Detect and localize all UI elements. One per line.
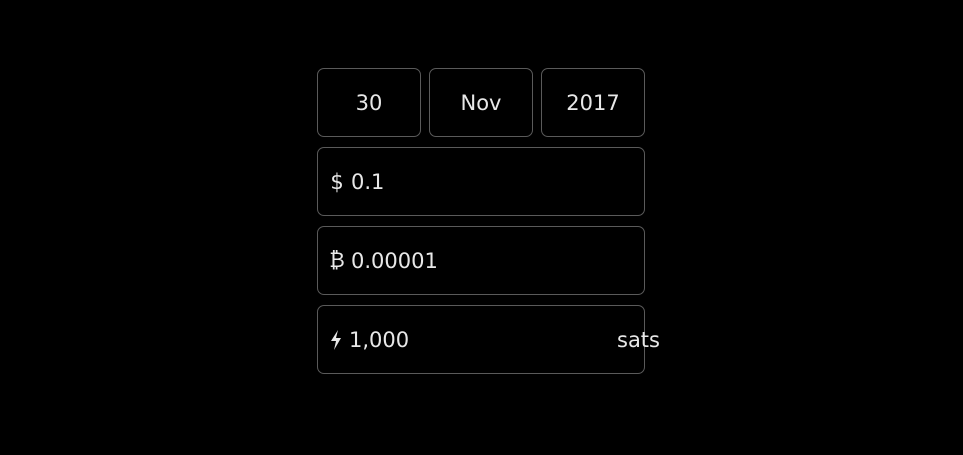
- btc-field[interactable]: ₿: [317, 226, 645, 295]
- btc-input[interactable]: [351, 248, 627, 273]
- month-select[interactable]: Nov: [429, 68, 533, 137]
- converter-panel: 30 Nov 2017 $ ₿ sats: [317, 68, 660, 374]
- date-picker: 30 Nov 2017: [317, 68, 645, 137]
- sats-input[interactable]: [349, 327, 617, 352]
- usd-input[interactable]: [351, 169, 627, 194]
- sats-field[interactable]: sats: [317, 305, 660, 374]
- dollar-icon: $: [330, 169, 344, 194]
- day-value: 30: [355, 90, 383, 115]
- year-value: 2017: [566, 90, 620, 115]
- sats-unit-label: sats: [617, 327, 660, 352]
- usd-field[interactable]: $: [317, 147, 645, 216]
- bitcoin-icon: ₿: [329, 248, 345, 272]
- day-select[interactable]: 30: [317, 68, 421, 137]
- month-value: Nov: [460, 90, 502, 115]
- year-select[interactable]: 2017: [541, 68, 645, 137]
- lightning-icon: [329, 329, 343, 350]
